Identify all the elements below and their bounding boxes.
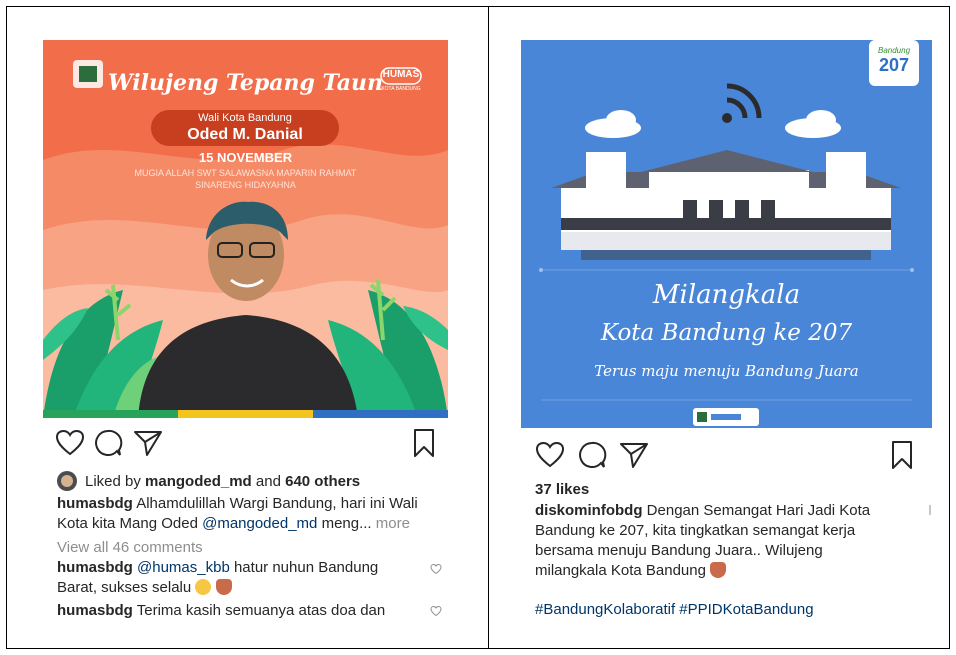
comment-username[interactable]: humasbdg: [57, 602, 133, 619]
likes-count[interactable]: 37 likes: [535, 480, 589, 500]
liked-others[interactable]: 640 others: [285, 473, 360, 490]
bookmark-icon[interactable]: [407, 426, 441, 460]
caption-mention[interactable]: @mangoded_md: [202, 515, 317, 532]
heart-icon[interactable]: [53, 426, 87, 460]
heart-icon[interactable]: [533, 438, 567, 472]
milangkala-tagline: Terus maju menuju Bandung Juara: [594, 362, 859, 380]
comment-icon[interactable]: [575, 438, 609, 472]
comment-username[interactable]: humasbdg: [57, 559, 133, 576]
humas-badge-sub: KOTA BANDUNG: [381, 86, 421, 92]
bandung-logo-text: Bandung: [877, 46, 911, 55]
instagram-post-left: Wilujeng Tepang Taun HUMAS KOTA BANDUNG …: [43, 40, 448, 624]
share-icon[interactable]: [617, 438, 651, 472]
bandung-logo-number: 207: [878, 55, 910, 75]
milangkala-heading: Milangkala: [652, 280, 801, 310]
bookmark-icon[interactable]: [885, 438, 919, 472]
prayer-line-1: MUGIA ALLAH SWT SALAWASNA MAPARIN RAHMAT: [134, 168, 357, 178]
caption: humasbdg Alhamdulillah Wargi Bandung, ha…: [57, 494, 442, 534]
comment-2: humasbdg Terima kasih semuanya atas doa …: [57, 601, 412, 623]
liked-by-row: Liked by mangoded_md and 640 others: [57, 471, 437, 491]
smile-emoji-icon: [195, 579, 212, 595]
post-image-birthday[interactable]: Wilujeng Tepang Taun HUMAS KOTA BANDUNG …: [43, 40, 448, 418]
person-emoji-icon: [215, 579, 232, 595]
liked-by-prefix: Liked by: [85, 472, 141, 490]
panel-divider: [488, 6, 489, 649]
post-actions: [43, 426, 448, 460]
person-emoji-icon: [710, 562, 727, 578]
comment-1: humasbdg @humas_kbb hatur nuhun Bandung …: [57, 558, 412, 598]
post-image-milangkala[interactable]: Bandung 207 Milangkala Kota Bandung ke 2…: [521, 40, 932, 428]
caption-text-end: meng...: [321, 515, 372, 532]
comment-mention[interactable]: @humas_kbb: [137, 559, 230, 576]
birthday-date: 15 NOVEMBER: [198, 150, 293, 165]
humas-badge: HUMAS: [382, 69, 420, 80]
prayer-line-2: SINARENG HIDAYAHNA: [195, 180, 296, 190]
comment-like-icon[interactable]: [430, 604, 442, 617]
mayor-name: Oded M. Danial: [187, 126, 303, 143]
instagram-post-right: Bandung 207 Milangkala Kota Bandung ke 2…: [521, 40, 932, 624]
comment-like-icon[interactable]: [430, 562, 442, 575]
hashtags[interactable]: #BandungKolaboratif #PPIDKotaBandung: [535, 600, 814, 618]
birthday-artwork: [43, 40, 448, 418]
comment-text: Terima kasih semuanya atas doa dan: [136, 602, 386, 619]
mayor-role: Wali Kota Bandung: [198, 112, 292, 124]
view-all-comments[interactable]: View all 46 comments: [57, 538, 203, 558]
avatar[interactable]: [57, 471, 77, 491]
post-actions: [521, 438, 932, 472]
liked-and: and: [255, 472, 281, 490]
caption-username[interactable]: humasbdg: [57, 495, 133, 512]
milangkala-subheading: Kota Bandung ke 207: [600, 320, 853, 346]
liked-by-user[interactable]: mangoded_md: [145, 473, 252, 490]
caption-username[interactable]: diskominfobdg: [535, 502, 643, 519]
comment-icon[interactable]: [91, 426, 125, 460]
share-icon[interactable]: [131, 426, 165, 460]
scroll-indicator[interactable]: [929, 505, 931, 515]
caption: diskominfobdg Dengan Semangat Hari Jadi …: [535, 501, 895, 581]
more-link[interactable]: more: [376, 515, 410, 532]
